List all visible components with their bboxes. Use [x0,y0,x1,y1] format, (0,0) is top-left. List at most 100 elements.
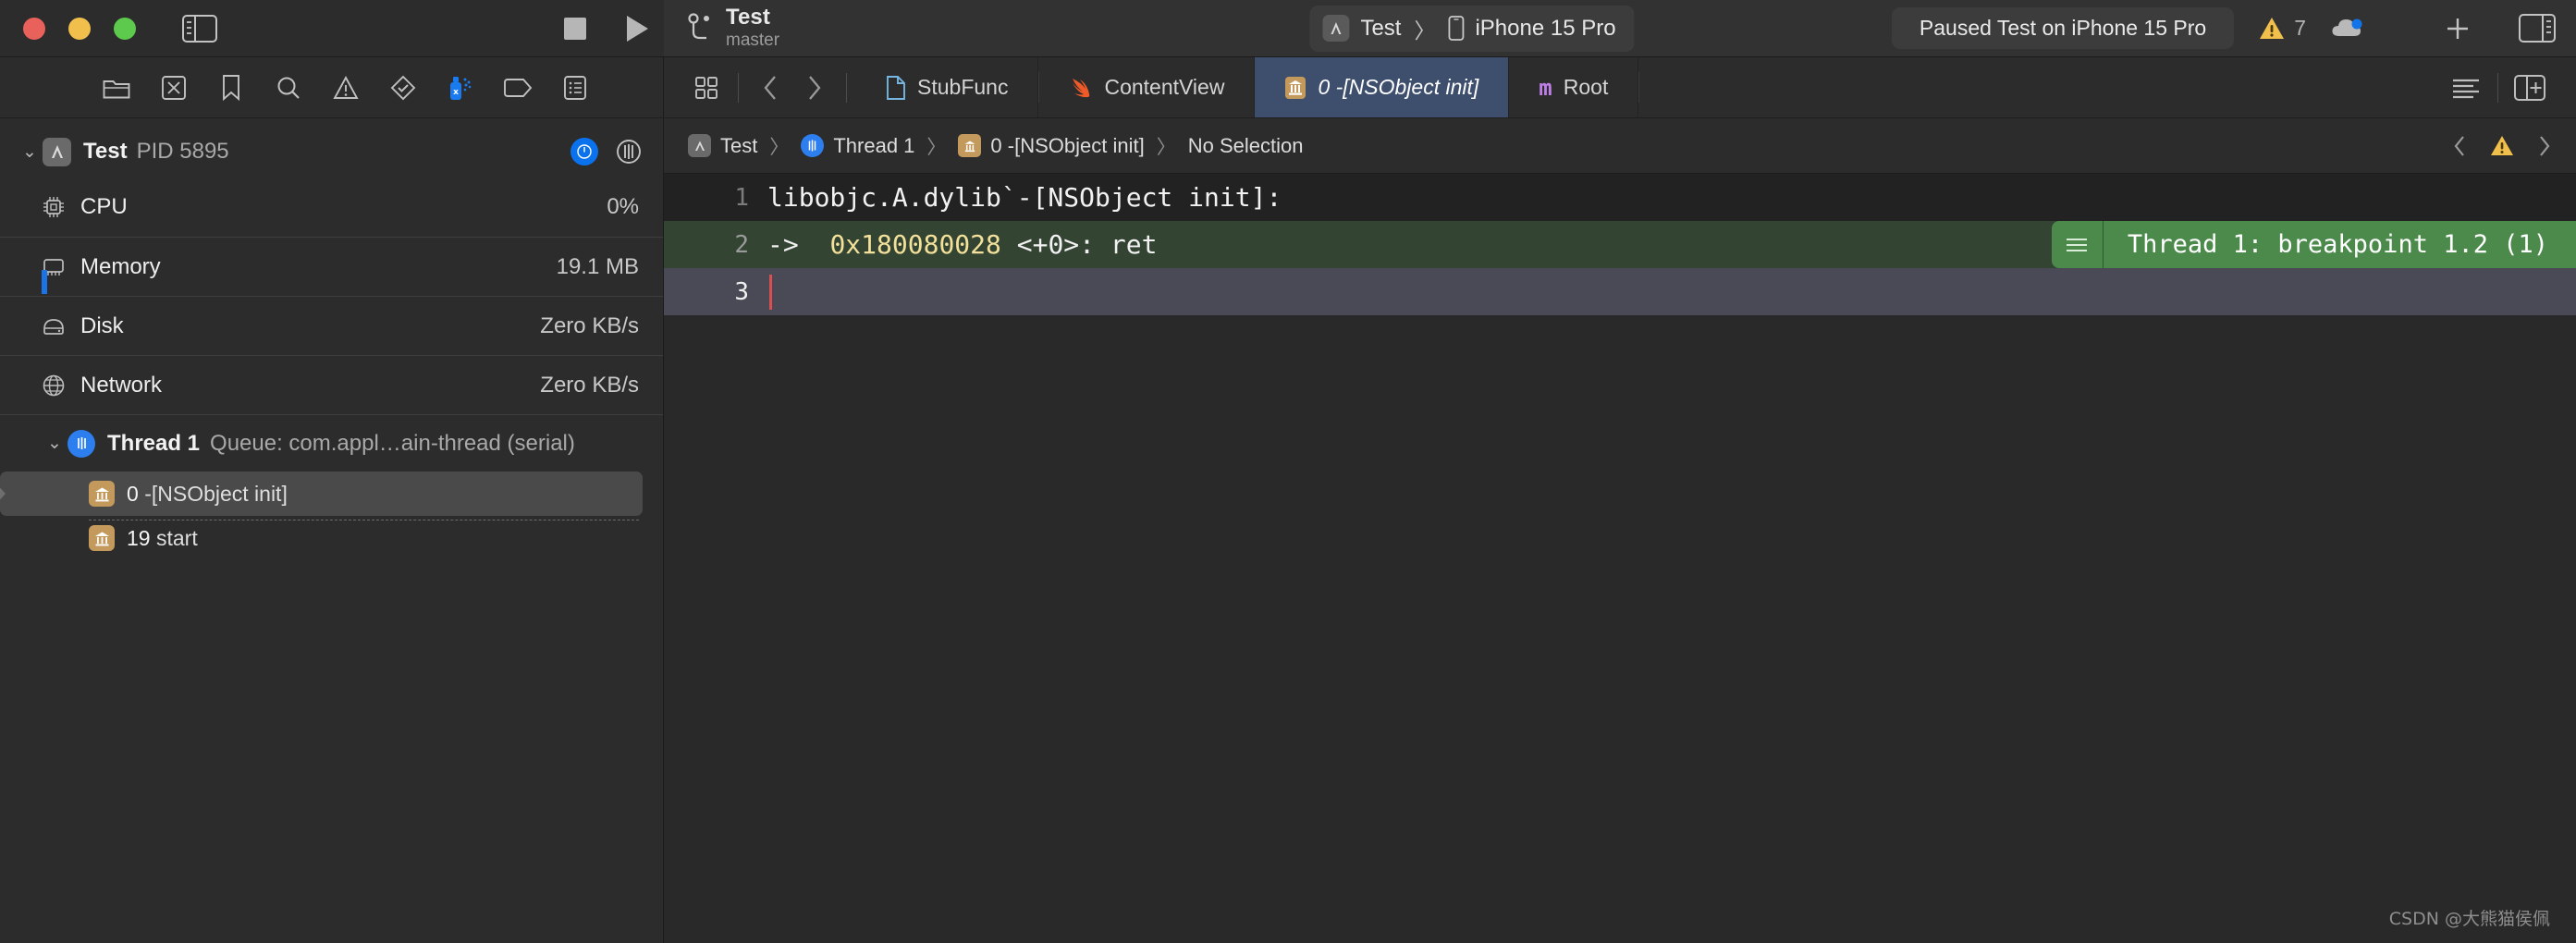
editor-area: StubFunc ContentView 0 -[NSObject init] … [664,57,2576,943]
divider [2497,72,2498,103]
tab-label: Root [1563,75,1609,99]
window-traffic-lights [23,17,136,40]
text-cursor [769,274,772,310]
process-row[interactable]: ⌄ Test PID 5895 [0,126,663,178]
tab-nsobject-init[interactable]: 0 -[NSObject init] [1255,57,1510,117]
issue-next-icon[interactable] [2537,134,2552,158]
report-list-icon[interactable] [546,75,604,101]
gauge-cpu[interactable]: CPU 0% [0,178,663,237]
frame-symbol: start [155,525,198,550]
gauge-label: Memory [80,253,161,279]
watermark: CSDN @大熊猫侯佩 [2388,909,2550,929]
run-dest-scheme: Test [1360,15,1402,41]
gauge-network[interactable]: Network Zero KB/s [0,355,663,414]
nav-back-icon[interactable] [748,74,792,102]
code-line-cursor: 3 [664,268,2576,315]
warning-badge[interactable]: 7 [2258,16,2306,41]
divider [1638,72,1640,103]
info-badge-icon[interactable] [570,138,598,165]
warning-triangle-icon [2260,18,2285,39]
tab-label: 0 -[NSObject init] [1318,75,1479,99]
chevron-down-icon[interactable]: ⌄ [42,433,67,454]
status-area: Paused Test on iPhone 15 Pro 7 [1891,7,2363,49]
svg-text:x: x [453,88,459,97]
file-icon [887,75,905,100]
run-button[interactable] [623,14,651,43]
run-destination-selector[interactable]: Test 〉 iPhone 15 Pro [1309,5,1635,52]
issue-prev-icon[interactable] [2452,134,2467,158]
app-icon [1322,15,1350,42]
test-diamond-icon[interactable] [374,75,432,101]
gauge-value: Zero KB/s [540,372,639,398]
memory-usage-bar [42,270,47,294]
breadcrumb-item-frame[interactable]: 0 -[NSObject init] [958,133,1145,158]
toggle-inspector-icon[interactable] [2519,14,2556,43]
editor-options-icon[interactable] [2444,76,2488,100]
bookmark-icon[interactable] [202,74,260,102]
scheme-indicator[interactable]: Test master [686,6,779,50]
add-button[interactable] [2445,16,2471,42]
scheme-name: Test [726,5,770,31]
cloud-sync-icon[interactable] [2330,16,2363,41]
warning-count: 7 [2294,16,2306,40]
chevron-down-icon[interactable]: ⌄ [17,141,43,163]
debug-spray-icon[interactable]: x [432,74,489,102]
issue-warning-icon[interactable] [317,75,374,100]
run-dest-separator: 〉 [1414,18,1436,43]
cpu-icon [42,195,80,219]
run-dest-device: iPhone 15 Pro [1475,15,1616,41]
instruction-address: 0x180080028 [829,229,1001,260]
breadcrumb-label: 0 -[NSObject init] [990,133,1145,157]
breadcrumb-item-test[interactable]: Test [688,134,757,158]
zoom-button[interactable] [114,17,136,40]
folder-icon[interactable] [88,76,145,100]
frame-icon [89,481,115,507]
thread-row[interactable]: ⌄ Thread 1 Queue: com.appl…ain-thread (s… [0,414,663,472]
line-number: 1 [734,183,749,212]
stack-frame-row[interactable]: 19 start [0,516,643,560]
disassembly-view[interactable]: 1 libobjc.A.dylib`-[NSObject init]: 2 ->… [664,174,2576,943]
issue-navigation [2452,134,2576,158]
stop-button[interactable] [562,16,588,42]
add-editor-icon[interactable] [2508,74,2552,101]
gauge-memory[interactable]: Memory 19.1 MB [0,237,663,296]
stack-frame-row[interactable]: 0 -[NSObject init] [0,472,643,520]
close-button[interactable] [23,17,45,40]
minimize-button[interactable] [68,17,91,40]
breadcrumb-item-thread[interactable]: Thread 1 [801,134,914,158]
editor-grid-icon[interactable] [684,76,729,100]
source-control-icon[interactable] [145,75,202,101]
annotation-handle-icon[interactable] [2052,221,2104,268]
tab-contentview[interactable]: ContentView [1039,57,1256,117]
tab-label: ContentView [1104,75,1225,99]
warning-triangle-icon[interactable] [2489,134,2515,157]
divider [738,72,739,103]
breadcrumb-label: Thread 1 [833,133,915,157]
app-icon [688,134,711,157]
iphone-icon [1448,16,1465,41]
search-icon[interactable] [260,75,317,101]
stack-frame-label: 19 start [127,526,198,551]
xcode-window: Test master Test 〉 iPhone 15 Pro Paused … [0,0,2576,943]
breakpoint-tag-icon[interactable] [489,78,546,98]
breakpoint-annotation[interactable]: Thread 1: breakpoint 1.2 (1) [2051,221,2576,268]
line-number: 2 [734,230,749,259]
stack-frame-label: 0 -[NSObject init] [127,482,288,507]
tab-stubfunc[interactable]: StubFunc [856,57,1039,117]
nav-forward-icon[interactable] [792,74,837,102]
tab-label: StubFunc [917,75,1009,99]
frame-index: 19 [127,525,151,550]
swift-icon [1073,78,1090,97]
process-name: Test [83,139,128,164]
toggle-navigator-icon[interactable] [182,14,217,43]
thread-badge-icon[interactable] [615,138,643,165]
pc-arrow: -> [767,229,830,260]
objc-m-icon: m [1539,74,1552,101]
thread-icon [67,429,95,458]
process-actions [570,138,643,165]
tab-bar-end-controls [2444,57,2576,117]
tab-root[interactable]: m Root [1509,57,1639,117]
breadcrumb-item-selection[interactable]: No Selection [1188,134,1304,158]
app-icon [43,137,71,166]
gauge-disk[interactable]: Disk Zero KB/s [0,296,663,355]
